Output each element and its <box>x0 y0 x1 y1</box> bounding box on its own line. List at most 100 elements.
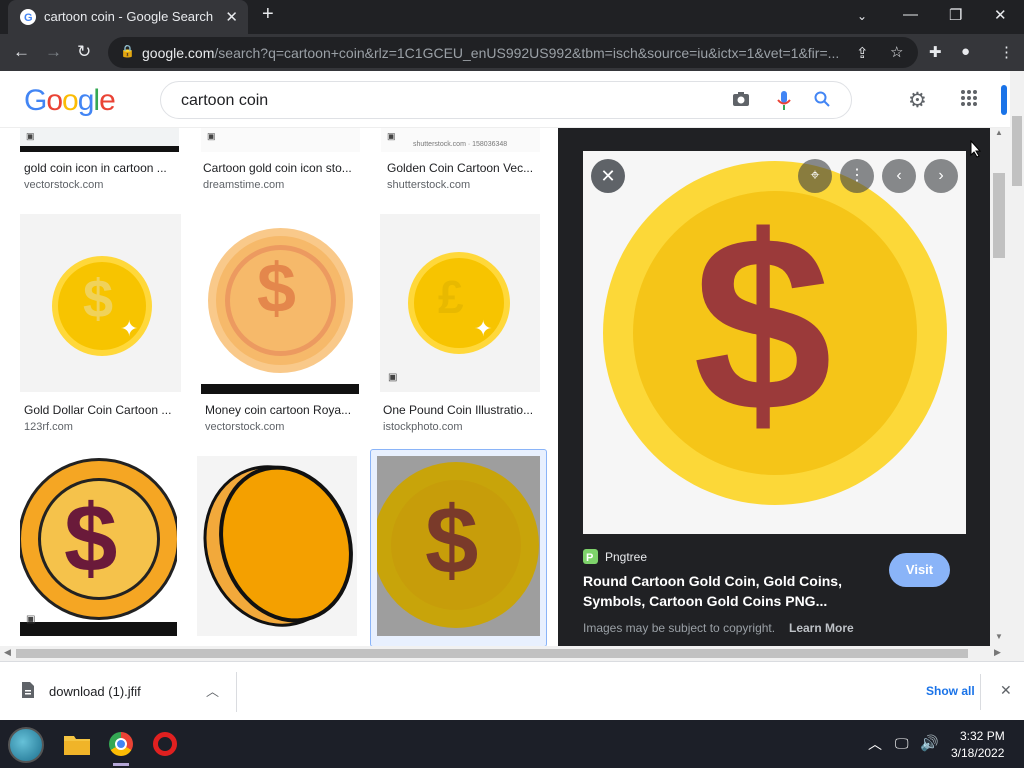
reload-icon[interactable]: ↻ <box>77 42 91 62</box>
result-thumb[interactable]: $ ▣ <box>20 456 177 636</box>
file-explorer-icon[interactable] <box>64 733 90 760</box>
menu-icon[interactable]: ⋮ <box>999 43 1014 61</box>
result-thumb[interactable]: ▣ <box>20 128 179 152</box>
download-bar: download (1).jfif ︿ Show all ✕ <box>0 661 1024 720</box>
browser-toolbar: ← → ↻ 🔒 google.com/search?q=cartoon+coin… <box>0 34 1024 71</box>
extensions-icon[interactable]: ✚ <box>929 43 942 61</box>
page-scroll-thumb[interactable] <box>1012 116 1022 186</box>
clock-time[interactable]: 3:32 PM <box>960 729 1005 743</box>
result-caption[interactable]: One Pound Coin Illustratio... <box>383 403 538 417</box>
result-thumb[interactable]: ▣ <box>201 128 360 152</box>
show-all-button[interactable]: Show all <box>926 684 975 698</box>
lock-icon[interactable]: 🔒 <box>120 44 135 58</box>
page-vertical-scrollbar[interactable] <box>1010 71 1024 661</box>
chrome-icon[interactable] <box>109 732 133 756</box>
camera-search-icon[interactable] <box>732 91 750 112</box>
result-thumb[interactable]: $ ▣ <box>201 214 359 394</box>
result-thumb[interactable] <box>197 456 357 636</box>
preview-image[interactable]: $ <box>583 151 966 534</box>
result-caption[interactable]: Cartoon gold coin icon sto... <box>203 161 358 175</box>
sparkle-icon: ✦ <box>474 316 493 341</box>
preview-title-line2[interactable]: Symbols, Cartoon Gold Coins PNG... <box>583 593 827 609</box>
dollar-glyph: $ <box>257 249 296 327</box>
preview-site-name[interactable]: Pngtree <box>605 550 647 564</box>
scroll-up-icon[interactable]: ▲ <box>995 128 1003 137</box>
result-source: 123rf.com <box>24 421 73 433</box>
tab-close-icon[interactable]: ✕ <box>225 8 238 26</box>
network-icon[interactable]: 🖵 <box>895 735 909 752</box>
selected-result-thumb[interactable]: $ <box>370 449 547 646</box>
result-source: shutterstock.com <box>387 179 471 191</box>
minimize-icon[interactable]: — <box>903 6 918 23</box>
image-icon: ▣ <box>26 131 35 141</box>
thumb-watermark: shutterstock.com · 158036348 <box>413 141 508 148</box>
new-tab-icon[interactable]: + <box>262 3 274 26</box>
horizontal-scrollbar[interactable]: ◀ ▶ <box>0 646 1010 661</box>
url-text: google.com/search?q=cartoon+coin&rlz=1C1… <box>142 45 840 61</box>
scroll-left-icon[interactable]: ◀ <box>4 647 11 658</box>
svg-text:Google: Google <box>24 84 115 117</box>
image-icon: ▣ <box>207 372 217 383</box>
lens-search-icon[interactable]: ⌖ <box>798 159 832 193</box>
microphone-icon[interactable] <box>777 91 791 116</box>
clock-date[interactable]: 3/18/2022 <box>951 746 1004 760</box>
result-thumb[interactable]: £ ✦ ▣ <box>380 214 540 392</box>
result-caption[interactable]: Gold Dollar Coin Cartoon ... <box>24 403 179 417</box>
dollar-glyph: $ <box>693 184 833 463</box>
download-item[interactable]: download (1).jfif ︿ <box>10 668 235 714</box>
start-button-icon[interactable] <box>8 727 44 763</box>
opera-icon[interactable] <box>153 732 177 756</box>
volume-icon[interactable]: 🔊 <box>920 734 939 752</box>
google-logo[interactable]: Google <box>24 83 119 125</box>
apps-grid-icon[interactable] <box>960 89 978 112</box>
learn-more-link[interactable]: Learn More <box>789 621 854 635</box>
more-options-icon[interactable]: ⋮ <box>840 159 874 193</box>
scroll-right-icon[interactable]: ▶ <box>994 647 1001 658</box>
copyright-notice: Images may be subject to copyright. <box>583 621 776 635</box>
visit-button[interactable]: Visit <box>889 553 950 587</box>
preview-title-line1[interactable]: Round Cartoon Gold Coin, Gold Coins, <box>583 573 842 589</box>
result-thumb[interactable]: $ ✦ <box>20 214 181 392</box>
google-header: Google cartoon coin ⚙ <box>0 71 1010 128</box>
scroll-thumb[interactable] <box>993 173 1005 258</box>
profile-icon[interactable]: ● <box>961 43 970 60</box>
result-source: istockphoto.com <box>383 421 463 433</box>
sparkle-icon: ✦ <box>120 316 139 341</box>
share-icon[interactable]: ⇪ <box>856 44 869 62</box>
search-input[interactable]: cartoon coin <box>181 92 268 110</box>
svg-text:G: G <box>24 12 33 24</box>
previous-image-icon[interactable]: ‹ <box>882 159 916 193</box>
pound-glyph: £ <box>438 271 464 323</box>
result-caption[interactable]: Golden Coin Cartoon Vec... <box>387 161 537 175</box>
result-caption[interactable]: gold coin icon in cartoon ... <box>24 161 179 175</box>
result-source: vectorstock.com <box>24 179 104 191</box>
back-icon[interactable]: ← <box>13 42 30 62</box>
result-source: vectorstock.com <box>205 421 285 433</box>
dollar-glyph: $ <box>83 269 114 329</box>
show-hidden-icons-chevron-icon[interactable]: ︿ <box>868 734 882 754</box>
hscroll-thumb[interactable] <box>16 649 968 658</box>
next-image-icon[interactable]: › <box>924 159 958 193</box>
restore-icon[interactable]: ❐ <box>949 6 962 24</box>
result-caption[interactable]: Money coin cartoon Roya... <box>205 403 360 417</box>
tab-title: cartoon coin - Google Search <box>44 9 214 24</box>
image-preview-panel: $ ✕ ⌖ ⋮ ‹ › P Pngtree Round Cartoon Gold… <box>558 128 990 646</box>
tab-search-icon[interactable]: ⌄ <box>857 9 867 23</box>
results-vertical-scrollbar[interactable]: ▲ ▼ <box>990 128 1010 646</box>
download-options-chevron-icon[interactable]: ︿ <box>206 681 219 700</box>
close-preview-icon[interactable]: ✕ <box>591 159 625 193</box>
close-download-bar-icon[interactable]: ✕ <box>1000 682 1012 699</box>
account-edge[interactable] <box>1001 85 1007 115</box>
search-box[interactable]: cartoon coin <box>160 81 852 119</box>
scroll-down-icon[interactable]: ▼ <box>995 632 1003 641</box>
address-bar[interactable]: 🔒 google.com/search?q=cartoon+coin&rlz=1… <box>108 37 918 68</box>
search-icon[interactable] <box>814 91 830 112</box>
forward-icon[interactable]: → <box>45 42 62 62</box>
settings-gear-icon[interactable]: ⚙ <box>908 88 927 113</box>
result-thumb[interactable]: ▣ shutterstock.com · 158036348 <box>381 128 540 152</box>
bookmark-star-icon[interactable]: ☆ <box>890 43 903 61</box>
browser-tab[interactable]: G cartoon coin - Google Search ✕ <box>8 0 248 34</box>
pngtree-favicon-icon: P <box>583 549 598 564</box>
image-icon: ▣ <box>387 131 396 141</box>
window-close-icon[interactable]: ✕ <box>994 6 1007 24</box>
